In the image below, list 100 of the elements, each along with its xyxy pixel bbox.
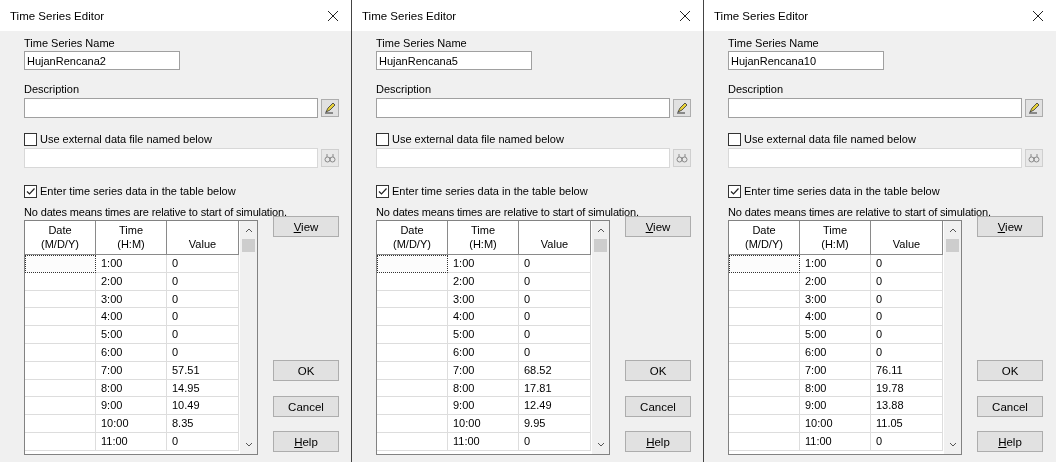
table-cell[interactable]: 0 — [519, 272, 591, 291]
table-cell[interactable]: 11:00 — [800, 432, 871, 451]
browse-button[interactable] — [673, 149, 691, 167]
ok-button[interactable]: OK — [273, 360, 339, 381]
checkbox[interactable] — [728, 184, 741, 198]
table-cell[interactable]: 4:00 — [448, 308, 519, 327]
scroll-thumb[interactable] — [594, 239, 607, 252]
table-cell[interactable]: 76.11 — [871, 361, 943, 380]
table-cell[interactable]: 0 — [519, 432, 591, 451]
table-cell[interactable]: 57.51 — [167, 361, 239, 380]
table-cell[interactable]: 11.05 — [871, 415, 943, 433]
table-cell[interactable]: 0 — [871, 326, 943, 344]
table-cell[interactable]: 68.52 — [519, 361, 591, 380]
table-cell[interactable]: 0 — [871, 308, 943, 327]
table-cell[interactable]: 0 — [871, 272, 943, 291]
checkbox[interactable] — [376, 132, 389, 146]
description-field[interactable] — [728, 98, 1022, 118]
table-cell[interactable]: 0 — [167, 344, 239, 362]
table-cell[interactable]: 10.49 — [167, 397, 239, 416]
checkbox[interactable] — [24, 184, 37, 198]
table-cell[interactable]: 7:00 — [96, 361, 167, 380]
scroll-bar[interactable] — [240, 221, 257, 454]
table-cell[interactable]: 19.78 — [871, 379, 943, 398]
table-cell[interactable]: 6:00 — [96, 344, 167, 362]
help-button[interactable]: Help — [273, 431, 339, 452]
name-field[interactable]: HujanRencana10 — [728, 51, 884, 70]
checkbox[interactable] — [376, 184, 389, 198]
table-cell[interactable]: 11:00 — [96, 432, 167, 451]
edit-button[interactable] — [321, 99, 339, 117]
cancel-button[interactable]: Cancel — [977, 396, 1043, 417]
description-field[interactable] — [376, 98, 670, 118]
description-field[interactable] — [24, 98, 318, 118]
table-cell[interactable]: 10:00 — [448, 415, 519, 433]
table-cell[interactable]: 6:00 — [448, 344, 519, 362]
table-cell[interactable]: 0 — [519, 326, 591, 344]
table-cell[interactable]: 9:00 — [448, 397, 519, 416]
table-cell[interactable]: 1:00 — [448, 255, 519, 273]
table-cell[interactable]: 2:00 — [448, 272, 519, 291]
table-cell[interactable] — [377, 255, 448, 273]
table-cell[interactable]: 2:00 — [96, 272, 167, 291]
help-button[interactable]: Help — [625, 431, 691, 452]
table-cell[interactable]: 5:00 — [96, 326, 167, 344]
table-cell[interactable]: 14.95 — [167, 379, 239, 398]
ok-button[interactable]: OK — [625, 360, 691, 381]
table-cell[interactable]: 0 — [871, 290, 943, 309]
ok-button[interactable]: OK — [977, 360, 1043, 381]
table-cell[interactable]: 1:00 — [96, 255, 167, 273]
table-cell[interactable] — [25, 255, 96, 273]
table-cell[interactable]: 0 — [167, 290, 239, 309]
table-cell[interactable]: 7:00 — [800, 361, 871, 380]
table-cell[interactable]: 5:00 — [448, 326, 519, 344]
checkbox[interactable] — [24, 132, 37, 146]
table-cell[interactable]: 9.95 — [519, 415, 591, 433]
table-cell[interactable]: 3:00 — [800, 290, 871, 309]
table-cell[interactable]: 12.49 — [519, 397, 591, 416]
table-cell[interactable]: 0 — [871, 432, 943, 451]
table-cell[interactable]: 8:00 — [448, 379, 519, 398]
table-cell[interactable]: 4:00 — [800, 308, 871, 327]
table-cell[interactable]: 9:00 — [96, 397, 167, 416]
table-cell[interactable]: 2:00 — [800, 272, 871, 291]
browse-button[interactable] — [1025, 149, 1043, 167]
checkbox[interactable] — [728, 132, 741, 146]
table-cell[interactable]: 8:00 — [800, 379, 871, 398]
table-cell[interactable]: 8:00 — [96, 379, 167, 398]
table-cell[interactable]: 0 — [519, 255, 591, 273]
view-button[interactable]: View — [625, 216, 691, 237]
browse-button[interactable] — [321, 149, 339, 167]
table-cell[interactable]: 13.88 — [871, 397, 943, 416]
table-cell[interactable]: 4:00 — [96, 308, 167, 327]
name-field[interactable]: HujanRencana2 — [24, 51, 180, 70]
table-cell[interactable]: 10:00 — [800, 415, 871, 433]
table-cell[interactable]: 3:00 — [448, 290, 519, 309]
table-cell[interactable]: 11:00 — [448, 432, 519, 451]
table-cell[interactable]: 8.35 — [167, 415, 239, 433]
cancel-button[interactable]: Cancel — [625, 396, 691, 417]
table-cell[interactable]: 3:00 — [96, 290, 167, 309]
table-cell[interactable]: 0 — [167, 272, 239, 291]
table-cell[interactable]: 10:00 — [96, 415, 167, 433]
table-cell[interactable]: 0 — [871, 344, 943, 362]
table-cell[interactable]: 0 — [167, 308, 239, 327]
table-cell[interactable]: 17.81 — [519, 379, 591, 398]
table-cell[interactable]: 7:00 — [448, 361, 519, 380]
view-button[interactable]: View — [977, 216, 1043, 237]
table-cell[interactable]: 5:00 — [800, 326, 871, 344]
view-button[interactable]: View — [273, 216, 339, 237]
table-cell[interactable] — [729, 255, 800, 273]
edit-button[interactable] — [673, 99, 691, 117]
table-cell[interactable]: 0 — [519, 308, 591, 327]
table-cell[interactable]: 0 — [167, 432, 239, 451]
scroll-bar[interactable] — [944, 221, 961, 454]
table-cell[interactable]: 0 — [167, 326, 239, 344]
table-cell[interactable]: 9:00 — [800, 397, 871, 416]
table-cell[interactable]: 0 — [519, 290, 591, 309]
name-field[interactable]: HujanRencana5 — [376, 51, 532, 70]
edit-button[interactable] — [1025, 99, 1043, 117]
table-cell[interactable]: 1:00 — [800, 255, 871, 273]
table-cell[interactable]: 0 — [167, 255, 239, 273]
table-cell[interactable]: 0 — [871, 255, 943, 273]
scroll-thumb[interactable] — [946, 239, 959, 252]
cancel-button[interactable]: Cancel — [273, 396, 339, 417]
